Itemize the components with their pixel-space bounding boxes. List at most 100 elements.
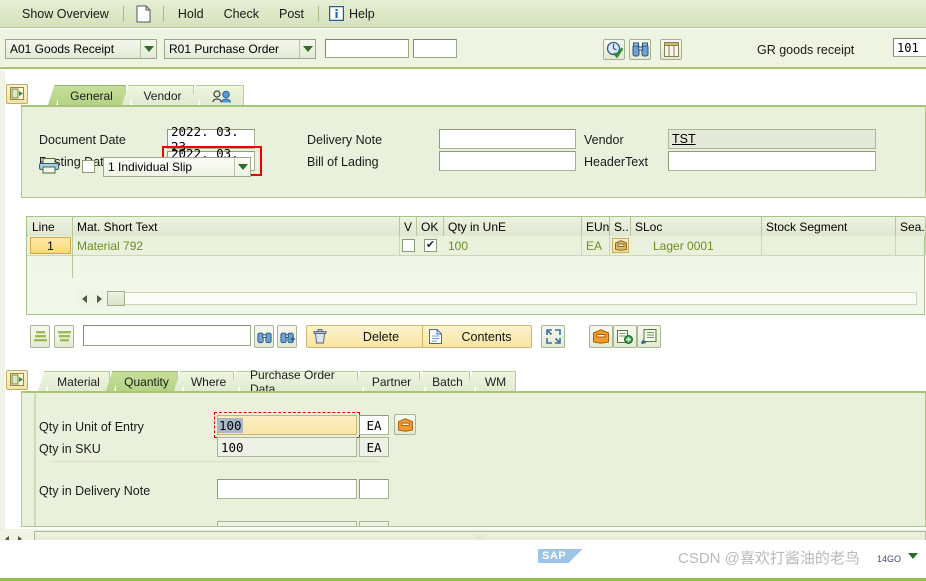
chevron-down-icon[interactable] — [299, 40, 315, 58]
scroll-thumb[interactable] — [107, 291, 125, 306]
contents-button[interactable]: Contents — [422, 325, 532, 348]
detail-tabstrip: Material Quantity Where Purchase Order D… — [48, 368, 516, 396]
col-mat-short-text[interactable]: Mat. Short Text — [73, 217, 400, 236]
stock-box-icon[interactable] — [589, 325, 613, 348]
detail-lines-icon[interactable] — [637, 325, 661, 348]
col-s-label: S.. — [614, 219, 629, 234]
col-stock-segment[interactable]: Stock Segment — [762, 217, 896, 236]
qty-delivery-note-input[interactable] — [217, 479, 357, 499]
delete-button[interactable]: Delete — [306, 325, 436, 348]
tab-general[interactable]: General — [58, 85, 126, 106]
partners-icon — [211, 89, 231, 103]
delivery-note-input[interactable] — [439, 129, 576, 149]
qty-delivery-note-uom-input[interactable] — [359, 479, 389, 499]
printer-icon[interactable] — [39, 158, 59, 174]
tab-material-label: Material — [57, 375, 100, 389]
scroll-track[interactable] — [125, 292, 917, 305]
table-layout-icon[interactable] — [660, 39, 682, 60]
cell-stock-segment[interactable] — [762, 236, 896, 255]
tab-quantity[interactable]: Quantity — [116, 371, 178, 392]
document-icon[interactable] — [136, 5, 151, 23]
tab-quantity-label: Quantity — [124, 375, 169, 389]
sort-descending-icon[interactable] — [54, 325, 74, 348]
qty-unit-entry-input[interactable]: 100 — [217, 415, 357, 435]
vendor-input[interactable]: TST — [668, 129, 876, 149]
tab-purchase-order-data[interactable]: Purchase Order Data — [240, 368, 358, 396]
movement-type-input[interactable]: 101 — [893, 38, 926, 57]
print-slip-checkbox[interactable] — [82, 160, 95, 173]
reference-doc-input[interactable] — [325, 39, 409, 58]
cell-sloc[interactable]: Lager 0001 — [631, 236, 762, 255]
reference-select[interactable]: R01 Purchase Order — [164, 39, 316, 59]
table-row-empty[interactable] — [27, 255, 924, 274]
col-sloc-label: SLoc — [635, 219, 663, 234]
scroll-left-icon[interactable] — [77, 291, 92, 306]
tab-general-label: General — [70, 89, 113, 103]
header-text-input[interactable] — [668, 151, 876, 171]
tab-where[interactable]: Where — [184, 371, 234, 392]
new-entry-icon[interactable] — [613, 325, 637, 348]
col-ok[interactable]: OK — [417, 217, 444, 236]
qty-extra-input-clipped[interactable] — [217, 521, 357, 526]
tab-batch[interactable]: Batch — [426, 371, 470, 392]
grid-horizontal-scrollbar[interactable] — [77, 291, 917, 306]
cell-value: Lager 0001 — [653, 238, 714, 253]
col-s[interactable]: S.. — [610, 217, 631, 236]
row-ok-checkbox[interactable]: ✔ — [424, 239, 437, 252]
cell-qty-in-une[interactable]: 100 — [444, 236, 582, 255]
expand-arrows-icon[interactable] — [541, 325, 565, 348]
binoculars-icon[interactable] — [254, 325, 274, 348]
scroll-right-icon[interactable] — [92, 291, 107, 306]
item-search-input[interactable] — [83, 325, 251, 346]
menu-help[interactable]: Help — [347, 4, 385, 24]
value-help-icon[interactable] — [394, 414, 416, 435]
chevron-down-icon[interactable] — [234, 158, 250, 176]
detail-expand-panel-icon[interactable] — [6, 370, 28, 390]
cell-mat-short-text[interactable]: Material 792 — [73, 236, 400, 255]
bill-of-lading-input[interactable] — [439, 151, 576, 171]
col-v[interactable]: V — [400, 217, 417, 236]
col-sloc[interactable]: SLoc — [631, 217, 762, 236]
row-select-button[interactable]: 1 — [30, 237, 71, 254]
execute-clock-icon[interactable] — [603, 39, 625, 60]
col-line-label: Line — [32, 219, 55, 234]
menu-check[interactable]: Check — [214, 4, 269, 24]
contents-button-label: Contents — [461, 329, 512, 344]
print-version-select[interactable]: 1 Individual Slip — [103, 157, 251, 177]
qty-unit-entry-uom[interactable]: EA — [359, 415, 389, 435]
col-sea[interactable]: Sea.. — [896, 217, 926, 236]
binoculars-plus-icon[interactable] — [277, 325, 297, 348]
col-mat-short-text-label: Mat. Short Text — [77, 219, 158, 234]
col-eun[interactable]: EUn — [582, 217, 610, 236]
tab-wm[interactable]: WM — [476, 371, 516, 392]
tab-vendor[interactable]: Vendor — [132, 85, 194, 106]
col-qty-in-une[interactable]: Qty in UnE — [444, 217, 582, 236]
menu-show-overview[interactable]: Show Overview — [12, 4, 119, 24]
tab-where-label: Where — [190, 375, 227, 389]
tab-partner-label: Partner — [371, 375, 412, 389]
table-row[interactable]: 1 Material 792 ✔ 100 EA Lager 0001 — [27, 236, 926, 255]
action-select[interactable]: A01 Goods Receipt — [5, 39, 157, 59]
column-divider — [72, 236, 73, 278]
cell-eun[interactable]: EA — [582, 236, 610, 255]
chevron-down-icon[interactable] — [908, 553, 918, 559]
row-v-checkbox[interactable] — [402, 239, 415, 252]
action-select-value: A01 Goods Receipt — [10, 42, 115, 56]
menu-hold[interactable]: Hold — [168, 4, 214, 24]
menu-post[interactable]: Post — [269, 4, 314, 24]
qty-extra-uom-clipped[interactable] — [359, 521, 389, 526]
reference-item-input[interactable] — [413, 39, 457, 58]
tab-partners-icon[interactable] — [200, 85, 244, 106]
tab-partner[interactable]: Partner — [364, 371, 420, 392]
col-line[interactable]: Line — [28, 217, 73, 236]
qty-sku-input[interactable]: 100 — [217, 437, 357, 457]
cell-sea[interactable] — [896, 236, 926, 255]
cell-value: Material 792 — [77, 238, 144, 253]
storage-location-icon[interactable] — [612, 238, 629, 253]
header-expand-panel-icon[interactable] — [6, 84, 28, 104]
tab-material[interactable]: Material — [48, 371, 110, 392]
chevron-down-icon[interactable] — [140, 40, 156, 58]
info-icon[interactable] — [328, 5, 345, 22]
sort-ascending-icon[interactable] — [30, 325, 50, 348]
binoculars-icon[interactable] — [629, 39, 651, 60]
